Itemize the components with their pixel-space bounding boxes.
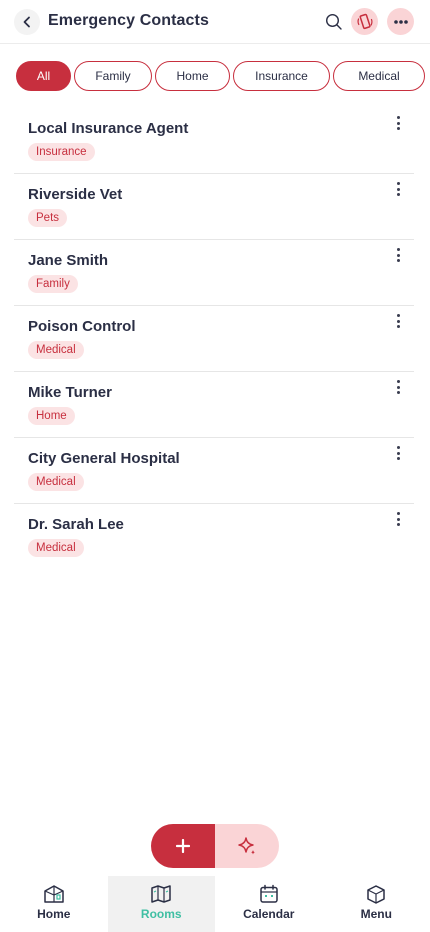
nav-label: Calendar [243,907,295,921]
contact-menu-icon[interactable] [394,181,402,197]
contact-category-tag: Medical [28,539,84,557]
contact-row[interactable]: City General Hospital Medical [14,438,414,504]
plus-icon [176,839,190,853]
nav-label: Home [37,907,71,921]
contact-name: City General Hospital [28,450,180,467]
contact-category-tag: Family [28,275,78,293]
calendar-icon [260,884,278,903]
nav-item-home[interactable]: Home [0,876,108,932]
contact-row[interactable]: Mike Turner Home [14,372,414,438]
map-icon [151,885,171,903]
contact-menu-icon[interactable] [394,247,402,263]
contact-menu-icon[interactable] [394,313,402,329]
search-button[interactable] [323,11,345,33]
emergency-call-button[interactable] [351,8,378,35]
contact-name: Poison Control [28,318,136,335]
contact-category-tag: Medical [28,341,84,359]
floating-action-group [151,824,279,868]
ai-assist-button[interactable] [215,824,279,868]
more-options-button[interactable] [387,8,414,35]
phone-ringing-icon [356,13,373,29]
contact-name: Jane Smith [28,252,109,269]
contact-list: Local Insurance Agent Insurance Riversid… [14,108,414,570]
contact-row[interactable]: Dr. Sarah Lee Medical [14,504,414,570]
contact-row[interactable]: Poison Control Medical [14,306,414,372]
contact-name: Riverside Vet [28,186,123,203]
filter-chip-medical[interactable]: Medical [333,61,425,91]
page-title: Emergency Contacts [48,12,209,29]
contact-row[interactable]: Local Insurance Agent Insurance [14,108,414,174]
filter-chip-all[interactable]: All [16,61,71,91]
contact-menu-icon[interactable] [394,115,402,131]
nav-label: Rooms [140,907,182,921]
contact-menu-icon[interactable] [394,379,402,395]
contact-name: Dr. Sarah Lee [28,516,124,533]
filter-chip-family[interactable]: Family [74,61,152,91]
contact-row[interactable]: Riverside Vet Pets [14,174,414,240]
contact-category-tag: Insurance [28,143,95,161]
filter-chip-bar: All Family Home Insurance Medical [0,61,430,92]
sparkle-icon [238,837,255,855]
nav-label: Menu [360,907,392,921]
contact-category-tag: Pets [28,209,68,227]
contact-row[interactable]: Jane Smith Family [14,240,414,306]
filter-chip-insurance[interactable]: Insurance [233,61,330,91]
house-icon [44,885,64,903]
contact-menu-icon[interactable] [394,511,402,527]
search-icon [325,13,342,30]
nav-item-rooms[interactable]: Rooms [107,876,215,932]
back-button[interactable] [14,9,40,35]
contact-name: Local Insurance Agent [28,120,189,137]
nav-item-menu[interactable]: Menu [323,876,430,932]
contact-menu-icon[interactable] [394,445,402,461]
add-contact-button[interactable] [151,824,215,868]
more-horizontal-icon [393,19,408,24]
nav-item-calendar[interactable]: Calendar [215,876,323,932]
contact-category-tag: Home [28,407,75,425]
filter-chip-home[interactable]: Home [155,61,230,91]
contact-name: Mike Turner [28,384,112,401]
bottom-navigation: Home Rooms Calendar Menu [0,876,430,932]
chevron-left-icon [23,16,30,28]
app-header: Emergency Contacts [0,0,430,44]
cube-icon [367,885,385,904]
contact-category-tag: Medical [28,473,84,491]
